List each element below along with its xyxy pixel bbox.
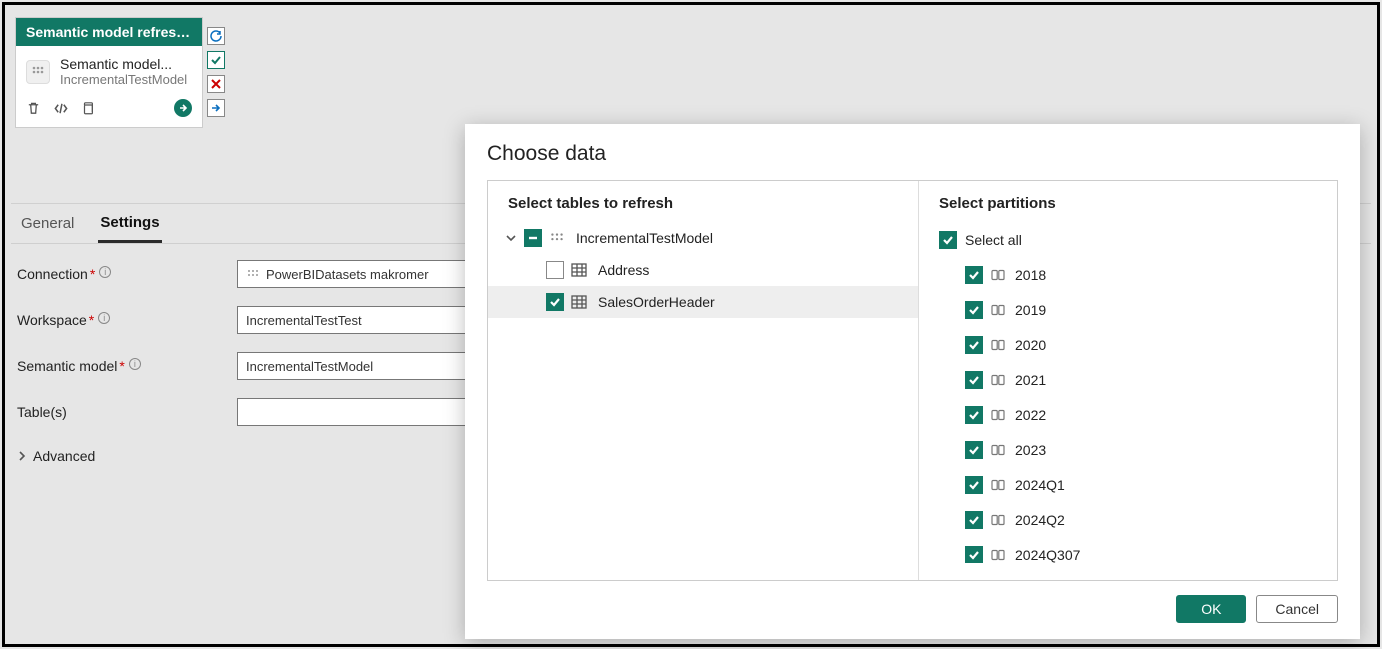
partition-row[interactable]: 2024Q307 (919, 537, 1337, 563)
partition-checkbox[interactable] (965, 301, 983, 319)
table-checkbox[interactable] (546, 293, 564, 311)
partition-icon (991, 408, 1007, 422)
partition-checkbox[interactable] (965, 511, 983, 529)
activity-tile-title: Semantic model... (60, 56, 187, 72)
connection-field[interactable]: PowerBIDatasets makromer (237, 260, 469, 288)
partition-name: 2020 (1015, 337, 1046, 353)
partition-icon (991, 513, 1007, 527)
partitions-column: Select partitions Select all 2018 2019 2020… (918, 181, 1337, 580)
partition-checkbox[interactable] (965, 371, 983, 389)
app-viewport: Semantic model refresh... Semantic model… (2, 2, 1380, 647)
workspace-field[interactable]: IncrementalTestTest (237, 306, 469, 334)
tables-label: Table(s) (17, 404, 237, 420)
delete-button[interactable] (26, 101, 41, 116)
partition-row[interactable]: 2024Q1 (919, 467, 1337, 502)
select-all-checkbox[interactable] (939, 231, 957, 249)
partition-name: 2022 (1015, 407, 1046, 423)
tables-column: Select tables to refresh IncrementalTest… (488, 181, 918, 580)
partition-name: 2023 (1015, 442, 1046, 458)
select-all-label: Select all (965, 232, 1022, 248)
partition-row[interactable]: 2023 (919, 432, 1337, 467)
select-all-row[interactable]: Select all (919, 222, 1337, 257)
chevron-down-icon[interactable] (506, 233, 518, 243)
model-label: Semantic model*i (17, 358, 237, 374)
connection-label: Connection*i (17, 266, 237, 282)
table-icon (570, 295, 588, 309)
partition-row[interactable]: 2024Q2 (919, 502, 1337, 537)
tree-model-root[interactable]: IncrementalTestModel (488, 222, 918, 254)
partition-icon (991, 443, 1007, 457)
partition-name: 2024Q1 (1015, 477, 1065, 493)
tree-table-row[interactable]: SalesOrderHeader (488, 286, 918, 318)
info-icon[interactable]: i (99, 266, 111, 278)
partition-row[interactable]: 2018 (919, 257, 1337, 292)
error-status-icon (207, 75, 225, 93)
partition-name: 2024Q2 (1015, 512, 1065, 528)
code-button[interactable] (53, 101, 69, 116)
partition-name: 2019 (1015, 302, 1046, 318)
partition-checkbox[interactable] (965, 441, 983, 459)
partition-icon (991, 303, 1007, 317)
forward-status-icon (207, 99, 225, 117)
partition-row[interactable]: 2021 (919, 362, 1337, 397)
partition-checkbox[interactable] (965, 476, 983, 494)
cancel-button[interactable]: Cancel (1256, 595, 1338, 623)
info-icon[interactable]: i (98, 312, 110, 324)
partitions-column-title: Select partitions (919, 195, 1337, 222)
table-name: Address (594, 262, 649, 278)
table-checkbox[interactable] (546, 261, 564, 279)
activity-tile-subtitle: IncrementalTestModel (60, 72, 187, 87)
partition-row[interactable]: 2020 (919, 327, 1337, 362)
table-name: SalesOrderHeader (594, 294, 715, 310)
choose-data-dialog: Choose data Select tables to refresh Inc… (465, 124, 1360, 639)
model-field[interactable]: IncrementalTestModel (237, 352, 469, 380)
tree-model-label: IncrementalTestModel (572, 230, 713, 246)
partition-checkbox[interactable] (965, 406, 983, 424)
partition-icon (991, 268, 1007, 282)
copy-button[interactable] (81, 101, 95, 116)
navigate-button[interactable] (174, 99, 192, 117)
refresh-status-icon (207, 27, 225, 45)
partition-icon (991, 548, 1007, 562)
partition-checkbox[interactable] (965, 266, 983, 284)
partition-name: 2021 (1015, 372, 1046, 388)
table-icon (570, 263, 588, 277)
dialog-title: Choose data (487, 142, 1338, 166)
tab-settings[interactable]: Settings (98, 204, 161, 243)
activity-tile-body: Semantic model... IncrementalTestModel (16, 46, 202, 93)
tables-column-title: Select tables to refresh (488, 195, 918, 222)
dataset-icon (26, 60, 50, 84)
partition-row[interactable]: 2022 (919, 397, 1337, 432)
workspace-label: Workspace*i (17, 312, 237, 328)
partition-checkbox[interactable] (965, 336, 983, 354)
model-icon (548, 231, 566, 245)
activity-tile[interactable]: Semantic model refresh... Semantic model… (15, 17, 203, 128)
partition-icon (991, 373, 1007, 387)
activity-tile-header: Semantic model refresh... (16, 18, 202, 46)
status-stack (207, 27, 225, 117)
success-status-icon (207, 51, 225, 69)
tab-general[interactable]: General (19, 204, 76, 243)
partition-icon (991, 338, 1007, 352)
info-icon[interactable]: i (129, 358, 141, 370)
partition-icon (991, 478, 1007, 492)
partition-checkbox[interactable] (965, 546, 983, 564)
partition-name: 2018 (1015, 267, 1046, 283)
partition-row[interactable]: 2019 (919, 292, 1337, 327)
partition-name: 2024Q307 (1015, 547, 1080, 563)
tables-field[interactable] (237, 398, 469, 426)
ok-button[interactable]: OK (1176, 595, 1246, 623)
tree-table-row[interactable]: Address (488, 254, 918, 286)
checkbox-indeterminate[interactable] (524, 229, 542, 247)
